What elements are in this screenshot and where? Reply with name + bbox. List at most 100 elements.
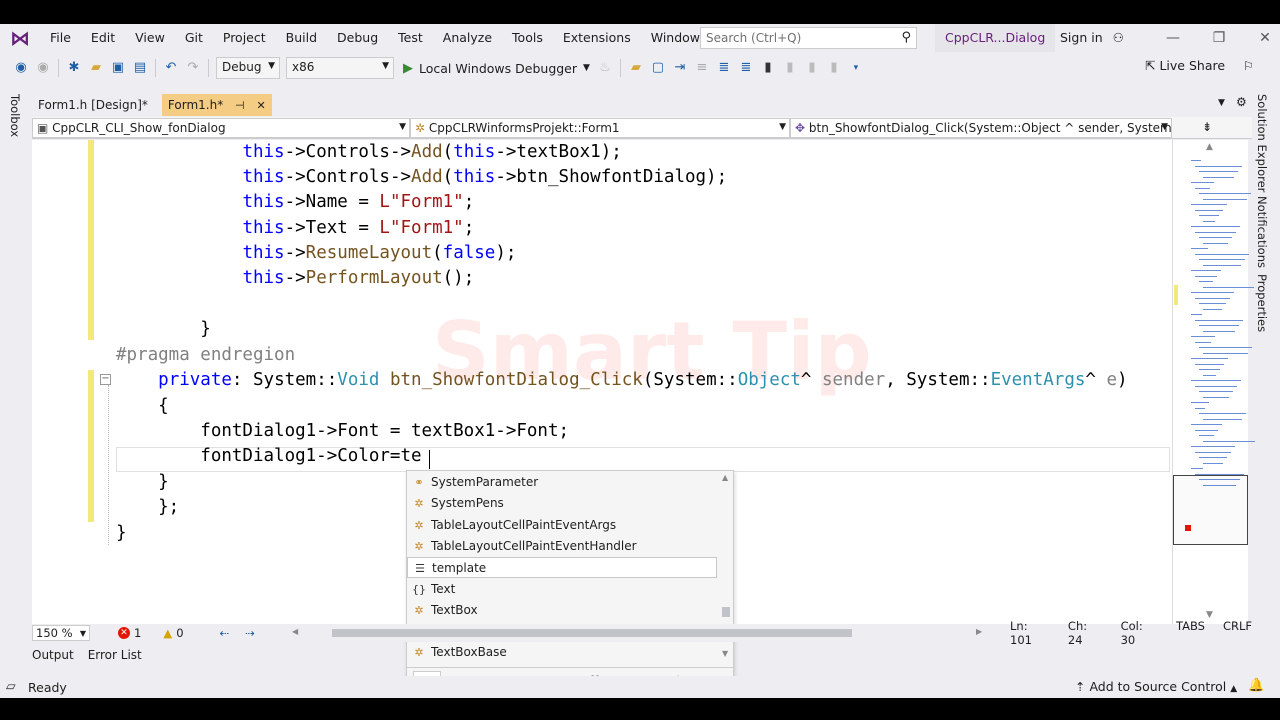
tab-form1-design[interactable]: Form1.h [Design]*	[32, 94, 154, 116]
bookmark-icon[interactable]: ▮	[757, 57, 779, 79]
feedback-icon[interactable]: ⚐	[1243, 59, 1254, 73]
screenshot-icon[interactable]: ▢	[647, 57, 669, 79]
play-icon: ▶	[403, 60, 413, 76]
completion-item[interactable]: ✲ TextBoxBase	[407, 642, 717, 663]
solution-explorer-tab[interactable]: Solution Explorer	[1255, 94, 1269, 192]
error-count[interactable]: ✕ 1	[118, 626, 141, 640]
error-icon: ✕	[118, 627, 130, 639]
intellisense-completion-list[interactable]: ⚭ SystemParameter ✲ SystemPens ✲ TableLayoutC…	[406, 470, 734, 694]
new-project-icon[interactable]: ✱	[63, 57, 85, 79]
minimap-line	[1199, 391, 1233, 392]
live-share-button[interactable]: ⇱ Live Share	[1145, 58, 1225, 73]
menu-item-edit[interactable]: Edit	[81, 24, 125, 52]
code-line: fontDialog1->Font = textBox1->Font;	[116, 419, 569, 444]
indent-icon[interactable]: ≣	[735, 57, 757, 79]
menu-item-build[interactable]: Build	[276, 24, 327, 52]
menu-item-file[interactable]: File	[40, 24, 81, 52]
sign-in-link[interactable]: Sign in ⚇	[1060, 24, 1124, 52]
completion-item[interactable]: {} Text	[407, 579, 717, 600]
add-to-source-control-button[interactable]: ⇡ Add to Source Control ▲	[1075, 679, 1237, 694]
completion-item[interactable]: ✲ TextBox	[407, 600, 717, 621]
member-dropdown[interactable]: ✥ btn_ShowfontDialog_Click(System::Objec…	[790, 118, 1172, 138]
pin-icon[interactable]: ⊣	[235, 99, 245, 112]
platform-select[interactable]: x86 ▼	[286, 57, 394, 79]
menu-item-git[interactable]: Git	[175, 24, 213, 52]
notifications-tab[interactable]: Notifications	[1255, 196, 1269, 268]
browse-icon[interactable]: ▰	[625, 57, 647, 79]
menu-item-extensions[interactable]: Extensions	[553, 24, 641, 52]
hot-reload-icon[interactable]: ♨	[594, 57, 616, 79]
scroll-right-icon[interactable]: ▶	[976, 627, 982, 636]
output-tab[interactable]: Output	[32, 648, 74, 668]
configuration-select[interactable]: Debug ▼	[216, 57, 280, 79]
scroll-down-icon[interactable]: ▼	[722, 649, 728, 658]
search-input[interactable]: Search (Ctrl+Q) ⚲	[700, 27, 917, 49]
prev-bookmark-icon[interactable]: ▮	[779, 57, 801, 79]
forward-icon[interactable]: ◉	[32, 57, 54, 79]
menu-item-debug[interactable]: Debug	[327, 24, 388, 52]
tab-list-dropdown-icon[interactable]: ▼	[1218, 98, 1225, 108]
project-dropdown[interactable]: ▣ CppCLR_CLI_Show_fonDialog ▼	[32, 118, 410, 138]
menu-item-tools[interactable]: Tools	[502, 24, 553, 52]
settings-gear-icon[interactable]: ⚙	[1236, 95, 1247, 109]
undo-icon[interactable]: ↶	[160, 57, 182, 79]
save-all-icon[interactable]: ▤	[129, 57, 151, 79]
menu-item-test[interactable]: Test	[388, 24, 433, 52]
properties-tab[interactable]: Properties	[1255, 274, 1269, 332]
menu-item-project[interactable]: Project	[213, 24, 276, 52]
scroll-left-icon[interactable]: ◀	[292, 627, 298, 636]
status-bar: ▱ Ready ⇡ Add to Source Control ▲ 🔔	[0, 676, 1280, 698]
scroll-thumb[interactable]	[722, 607, 730, 617]
redo-icon[interactable]: ↷	[182, 57, 204, 79]
warning-count[interactable]: ▲ 0	[163, 626, 183, 640]
line-endings[interactable]: CRLF	[1223, 619, 1252, 647]
minimap-line	[1203, 220, 1215, 222]
notifications-bell-icon[interactable]: 🔔	[1248, 678, 1264, 693]
scrollbar-minimap[interactable]: ▲ ▼	[1172, 140, 1255, 624]
outdent-icon[interactable]: ≣	[713, 57, 735, 79]
error-list-tab[interactable]: Error List	[88, 648, 142, 668]
close-button[interactable]: ✕	[1242, 24, 1280, 52]
code-token: (	[442, 167, 454, 187]
completion-item[interactable]: ⚭ SystemParameter	[407, 472, 717, 493]
minimap-viewport[interactable]	[1173, 475, 1248, 545]
completion-item[interactable]: ✲ SystemPens	[407, 493, 717, 514]
tab-form1-h[interactable]: Form1.h* ⊣ ✕	[161, 94, 272, 116]
completion-item[interactable]: ✲ TableLayoutCellPaintEventArgs	[407, 515, 717, 536]
save-icon[interactable]: ▣	[107, 57, 129, 79]
align-icon[interactable]: ≡	[691, 57, 713, 79]
open-folder-icon[interactable]: ▰	[85, 57, 107, 79]
close-tab-icon[interactable]: ✕	[256, 99, 265, 112]
solution-name[interactable]: CppCLR...Dialog	[935, 24, 1056, 52]
navigate-forward-icon[interactable]: ⇢	[245, 626, 255, 640]
bottom-tool-tabs: Output Error List	[32, 648, 142, 668]
step-icon[interactable]: ⇥	[669, 57, 691, 79]
toolbox-tab[interactable]: Toolbox	[8, 94, 22, 137]
collapse-icon[interactable]: −	[100, 374, 111, 385]
navigate-back-icon[interactable]: ⇠	[220, 626, 230, 640]
split-editor-icon[interactable]: ⇟	[1172, 117, 1242, 138]
toolbar-overflow-icon[interactable]: ▾	[845, 57, 867, 79]
restore-button[interactable]: ❐	[1196, 24, 1242, 52]
code-token: Void	[337, 370, 380, 390]
minimize-button[interactable]: —	[1150, 24, 1196, 52]
start-debugging-button[interactable]: ▶ Local Windows Debugger ▼	[403, 61, 590, 76]
scroll-up-icon[interactable]: ▲	[722, 473, 728, 482]
menu-item-view[interactable]: View	[125, 24, 175, 52]
scope-dropdown[interactable]: ✲ CppCLRWinformsProjekt::Form1 ▼	[410, 118, 790, 138]
indent-mode[interactable]: TABS	[1176, 619, 1205, 647]
clear-bookmarks-icon[interactable]: ▮	[823, 57, 845, 79]
completion-item[interactable]: ✲ TableLayoutCellPaintEventHandler	[407, 536, 717, 557]
horizontal-scroll-thumb[interactable]	[332, 629, 852, 637]
next-bookmark-icon[interactable]: ▮	[801, 57, 823, 79]
minimap-line	[1199, 413, 1246, 414]
code-token: ->Text =	[284, 218, 380, 238]
horizontal-scrollbar[interactable]: ◀ ▶	[292, 627, 1012, 639]
completion-item-label: Text	[431, 581, 456, 596]
menu-item-analyze[interactable]: Analyze	[433, 24, 502, 52]
back-icon[interactable]: ◉	[10, 57, 32, 79]
char-number: Ch: 24	[1067, 619, 1088, 647]
scroll-up-icon[interactable]: ▲	[1206, 142, 1213, 152]
zoom-select[interactable]: 150 % ▼	[32, 625, 90, 641]
completion-item[interactable]: ☰ template	[407, 557, 717, 579]
